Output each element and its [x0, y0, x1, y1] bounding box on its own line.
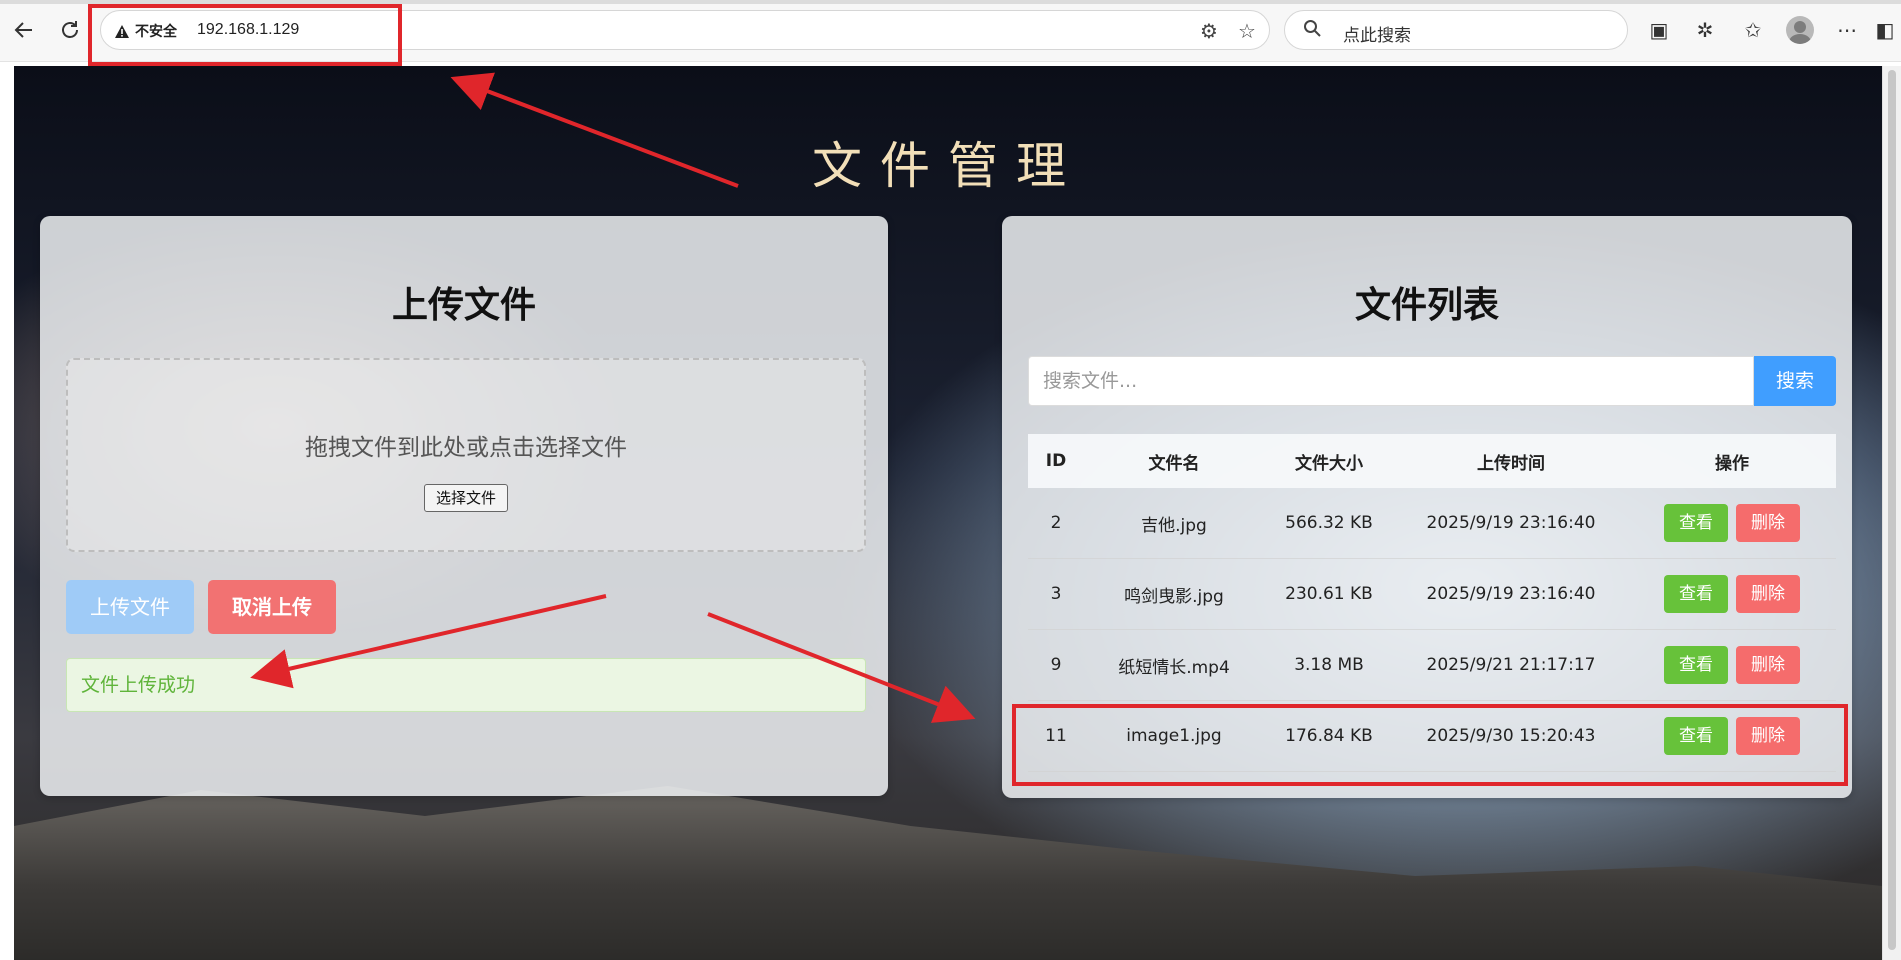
browser-chrome: 不安全 192.168.1.129 ⚙ ☆ 点此搜索 ▣ ✲ ✩ ⋯ ◧ [0, 0, 1901, 62]
cancel-upload-button[interactable]: 取消上传 [208, 580, 336, 634]
cell-time: 2025/9/19 23:16:40 [1426, 584, 1596, 604]
cell-name: image1.jpg [1126, 726, 1222, 746]
star-icon[interactable]: ☆ [1235, 19, 1259, 43]
delete-button[interactable]: 删除 [1736, 575, 1800, 613]
table-row: 2 吉他.jpg 566.32 KB 2025/9/19 23:16:40 查看… [1028, 488, 1836, 559]
more-menu-icon[interactable]: ⋯ [1832, 15, 1862, 45]
browser-search-placeholder: 点此搜索 [1343, 26, 1411, 46]
cell-time: 2025/9/19 23:16:40 [1426, 513, 1596, 533]
upload-status-message: 文件上传成功 [66, 658, 866, 712]
cell-size: 566.32 KB [1285, 513, 1373, 533]
security-label: 不安全 [135, 24, 177, 40]
col-id: ID [1045, 451, 1067, 471]
dropzone-text: 拖拽文件到此处或点击选择文件 [305, 435, 627, 461]
scrollbar-thumb[interactable] [1888, 70, 1896, 950]
cell-actions: 查看 删除 [1628, 646, 1836, 684]
tab-strip [0, 0, 1901, 4]
delete-button[interactable]: 删除 [1736, 646, 1800, 684]
upload-heading: 上传文件 [391, 285, 536, 326]
favorites-icon[interactable]: ✩ [1738, 15, 1768, 45]
col-time: 上传时间 [1477, 453, 1545, 474]
cell-time: 2025/9/30 15:20:43 [1426, 726, 1596, 746]
cell-time: 2025/9/21 21:17:17 [1426, 655, 1596, 675]
cell-actions: 查看 删除 [1628, 504, 1836, 542]
sidebar-toggle-icon[interactable]: ◧ [1872, 15, 1898, 45]
view-button[interactable]: 查看 [1664, 717, 1728, 755]
translate-icon[interactable]: ⚙ [1197, 19, 1221, 43]
view-button[interactable]: 查看 [1664, 646, 1728, 684]
choose-file-button[interactable]: 选择文件 [424, 484, 508, 512]
back-icon[interactable] [8, 14, 40, 46]
search-icon [1303, 19, 1321, 42]
table-row: 3 鸣剑曳影.jpg 230.61 KB 2025/9/19 23:16:40 … [1028, 559, 1836, 630]
cell-id: 3 [1050, 584, 1062, 604]
file-dropzone[interactable]: 拖拽文件到此处或点击选择文件 选择文件 [66, 358, 866, 552]
warning-icon [115, 24, 129, 38]
upload-panel: 上传文件 拖拽文件到此处或点击选择文件 选择文件 上传文件 取消上传 文件上传成… [40, 216, 888, 796]
table-row: 9 纸短情长.mp4 3.18 MB 2025/9/21 21:17:17 查看… [1028, 630, 1836, 701]
col-name: 文件名 [1148, 453, 1200, 474]
profile-avatar[interactable] [1786, 16, 1814, 44]
cell-id: 2 [1050, 513, 1062, 533]
file-list-heading: 文件列表 [1354, 285, 1499, 326]
view-button[interactable]: 查看 [1664, 504, 1728, 542]
page-title: 文件管理 [812, 137, 1084, 195]
file-search-input[interactable]: 搜索文件... [1028, 356, 1754, 406]
browser-search-box[interactable]: 点此搜索 [1284, 10, 1628, 50]
page-scrollbar[interactable] [1882, 66, 1901, 960]
file-search-button[interactable]: 搜索 [1754, 356, 1836, 406]
table-row: 11 image1.jpg 176.84 KB 2025/9/30 15:20:… [1028, 701, 1836, 772]
file-table: ID 文件名 文件大小 上传时间 操作 2 吉他.jpg 566.32 KB 2… [1028, 434, 1836, 772]
view-button[interactable]: 查看 [1664, 575, 1728, 613]
cell-actions: 查看 删除 [1628, 717, 1836, 755]
delete-button[interactable]: 删除 [1736, 504, 1800, 542]
cell-actions: 查看 删除 [1628, 575, 1836, 613]
cell-id: 9 [1050, 655, 1062, 675]
cell-id: 11 [1045, 726, 1067, 746]
split-screen-icon[interactable]: ▣ [1644, 15, 1674, 45]
col-actions: 操作 [1715, 453, 1749, 474]
cell-size: 3.18 MB [1294, 655, 1364, 675]
cell-name: 吉他.jpg [1141, 515, 1207, 536]
cell-name: 纸短情长.mp4 [1118, 657, 1230, 678]
cell-name: 鸣剑曳影.jpg [1124, 586, 1224, 607]
col-size: 文件大小 [1295, 453, 1363, 474]
extensions-icon[interactable]: ✲ [1690, 15, 1720, 45]
address-bar[interactable]: 不安全 192.168.1.129 ⚙ ☆ [100, 10, 1270, 50]
page-viewport: 文件管理 上传文件 拖拽文件到此处或点击选择文件 选择文件 上传文件 取消上传 … [14, 66, 1882, 960]
file-list-panel: 文件列表 搜索文件... 搜索 ID 文件名 文件大小 上传时间 操作 2 吉他… [1002, 216, 1852, 798]
reload-icon[interactable] [54, 14, 86, 46]
url-text[interactable]: 192.168.1.129 [197, 21, 299, 39]
delete-button[interactable]: 删除 [1736, 717, 1800, 755]
table-header: ID 文件名 文件大小 上传时间 操作 [1028, 434, 1836, 488]
cell-size: 230.61 KB [1285, 584, 1373, 604]
upload-button[interactable]: 上传文件 [66, 580, 194, 634]
cell-size: 176.84 KB [1285, 726, 1373, 746]
security-indicator[interactable]: 不安全 [115, 21, 177, 41]
